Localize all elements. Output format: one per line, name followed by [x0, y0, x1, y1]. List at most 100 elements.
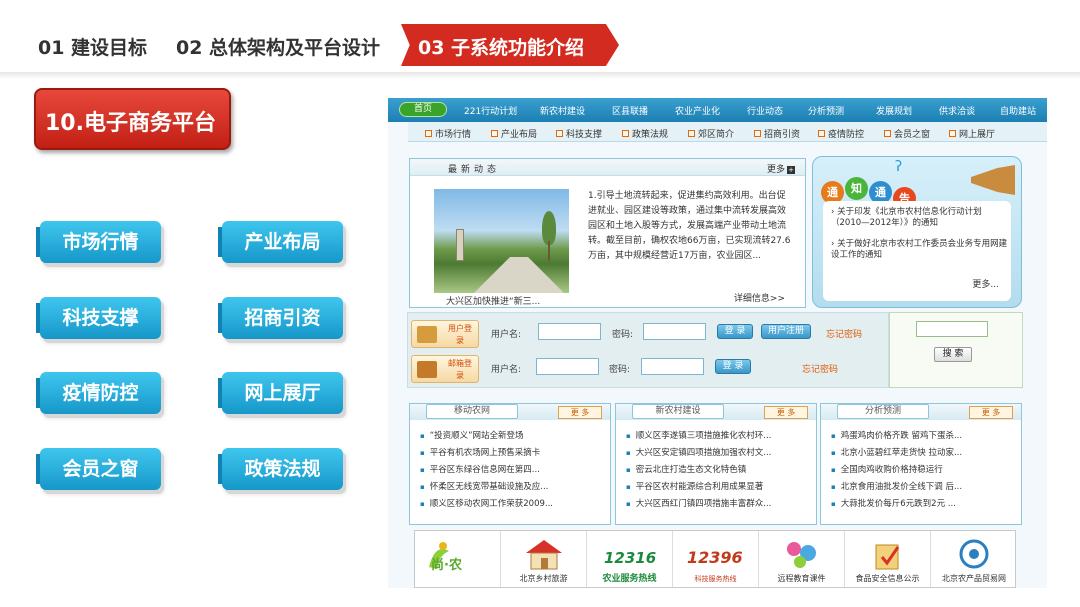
- panel-more-link[interactable]: 更 多: [558, 406, 602, 419]
- site-nav-item[interactable]: 自助建站: [1000, 104, 1036, 117]
- panel-header: 移动农网 更 多: [410, 404, 610, 420]
- logo-shangnong[interactable]: 尚·农: [415, 531, 501, 587]
- top-navigation: 01 建设目标 02 总体架构及平台设计 03 子系统功能介绍: [0, 0, 1080, 78]
- nav-item-goals[interactable]: 01 建设目标: [38, 33, 147, 60]
- mail-password-label: 密码:: [609, 365, 631, 375]
- photo-path: [474, 257, 564, 293]
- site-nav-item[interactable]: 行业动态: [747, 104, 783, 117]
- mail-login-tag-label: 邮箱登录: [448, 359, 472, 380]
- username-label: 用户名:: [491, 330, 522, 340]
- user-login-row: 用户登录 用户名: 密码: 登 录 用户注册 忘记密码: [408, 317, 890, 349]
- register-button[interactable]: 用户注册: [761, 324, 811, 339]
- latest-news-more-link[interactable]: 更多 +: [767, 162, 795, 175]
- nav-active-label: 03 子系统功能介绍: [418, 37, 585, 59]
- news-detail-link[interactable]: 详细信息>>: [734, 291, 785, 304]
- mail-password-input[interactable]: [641, 358, 704, 375]
- logo-label: 北京农产品贸易网: [942, 574, 1006, 583]
- feature-button-members[interactable]: 会员之窗: [36, 448, 161, 490]
- news-photo[interactable]: [434, 189, 569, 293]
- logo-label: 科技服务热线: [694, 575, 737, 583]
- nav-item-architecture[interactable]: 02 总体架构及平台设计: [176, 33, 380, 60]
- logo-agri-service-hotline[interactable]: 12316 农业服务热线: [587, 531, 673, 587]
- username-input[interactable]: [538, 323, 601, 340]
- site-nav-item[interactable]: 发展规划: [876, 104, 912, 117]
- list-item[interactable]: 顺义区李遂镇三项措施推化农村环...: [626, 428, 772, 445]
- feature-button-epidemic[interactable]: 疫情防控: [36, 372, 161, 414]
- list-item[interactable]: 平谷有机农场网上预售采摘卡: [420, 445, 553, 462]
- password-label: 密码:: [612, 330, 634, 340]
- new-countryside-panel: 新农村建设 更 多 顺义区李遂镇三项措施推化农村环... 大兴区安定镇四项措施加…: [615, 403, 817, 525]
- logo-agri-trade-network[interactable]: 北京农产品贸易网: [931, 531, 1017, 587]
- news-photo-caption[interactable]: 大兴区加快推进“新三...: [446, 294, 540, 307]
- site-subnav-item[interactable]: 郊区简介: [688, 127, 734, 140]
- logo-tech-hotline[interactable]: 12396 科技服务热线: [673, 531, 759, 587]
- list-item[interactable]: 大兴区安定镇四项措施加强农村文...: [626, 445, 772, 462]
- list-item[interactable]: 大兴区西红门镇四项措施丰富群众...: [626, 496, 772, 513]
- panel-more-link[interactable]: 更 多: [764, 406, 808, 419]
- feature-button-industry[interactable]: 产业布局: [218, 221, 343, 263]
- hotline-12316-icon: 12316: [604, 549, 656, 567]
- password-input[interactable]: [643, 323, 706, 340]
- notice-board: ʔ 通 知 通 告 › 关于印发《北京市农村信息化行动计划（2010—2012年…: [812, 156, 1022, 308]
- logo-rural-tourism[interactable]: 北京乡村旅游: [501, 531, 587, 587]
- logo-distance-education[interactable]: 远程教育课件: [759, 531, 845, 587]
- forgot-password-link[interactable]: 忘记密码: [826, 327, 862, 340]
- site-subnav-item[interactable]: 政策法规: [622, 127, 668, 140]
- feature-button-technology[interactable]: 科技支撑: [36, 297, 161, 339]
- user-login-tag: 用户登录: [411, 320, 479, 348]
- site-subnav-item[interactable]: 科技支撑: [556, 127, 602, 140]
- list-item[interactable]: 密云北庄打造生态文化特色镇: [626, 462, 771, 479]
- list-item[interactable]: 大蒜批发价每斤6元跌到2元 ...: [831, 496, 962, 513]
- feature-button-policy[interactable]: 政策法规: [218, 448, 343, 490]
- list-item[interactable]: 怀柔区无线宽带基础设施及应...: [420, 479, 553, 496]
- site-subnav-item[interactable]: 招商引资: [754, 127, 800, 140]
- food-safety-icon: [875, 544, 899, 570]
- site-nav-item[interactable]: 分析预测: [808, 104, 844, 117]
- latest-news-title: 最新动态: [448, 165, 501, 175]
- panel-title: 移动农网: [426, 404, 518, 419]
- feature-button-showroom[interactable]: 网上展厅: [218, 372, 343, 414]
- login-button[interactable]: 登 录: [717, 324, 753, 339]
- logo-food-safety[interactable]: 食品安全信息公示: [845, 531, 931, 587]
- education-icon: [786, 542, 816, 568]
- site-nav-item[interactable]: 新农村建设: [540, 104, 585, 117]
- list-item[interactable]: 平谷区东绿谷信息网在第四...: [420, 462, 553, 479]
- ecommerce-site-preview: 首页 221行动计划 新农村建设 区县联播 农业产业化 行业动态 分析预测 发展…: [388, 98, 1047, 588]
- notice-item[interactable]: › 关于印发《北京市农村信息化行动计划（2010—2012年）》的通知: [831, 207, 1009, 229]
- nav-item-subsystems-active[interactable]: 03 子系统功能介绍: [401, 24, 619, 66]
- feature-button-investment[interactable]: 招商引资: [218, 297, 343, 339]
- site-home-button[interactable]: 首页: [399, 102, 447, 117]
- logo-label: 农业服务热线: [602, 574, 657, 584]
- list-item[interactable]: 北京食用油批发价全线下调 后...: [831, 479, 962, 496]
- feature-button-market[interactable]: 市场行情: [36, 221, 161, 263]
- search-button[interactable]: 搜 索: [934, 347, 972, 362]
- list-item[interactable]: 顺义区移动农网工作荣获2009...: [420, 496, 553, 513]
- user-login-tag-label: 用户登录: [448, 324, 472, 345]
- svg-text:12316: 12316: [604, 549, 656, 567]
- site-subnav-item[interactable]: 市场行情: [425, 127, 471, 140]
- site-subnav-item[interactable]: 网上展厅: [949, 127, 995, 140]
- site-nav-item[interactable]: 供求洽谈: [939, 104, 975, 117]
- photo-tree: [542, 211, 556, 245]
- site-nav-item[interactable]: 区县联播: [612, 104, 648, 117]
- site-subnav-item[interactable]: 产业布局: [491, 127, 537, 140]
- site-nav-item[interactable]: 221行动计划: [464, 104, 517, 117]
- list-item[interactable]: 全国肉鸡收购价格持稳运行: [831, 462, 962, 479]
- list-item[interactable]: “投资顺义”网站全新登场: [420, 428, 553, 445]
- mail-login-button[interactable]: 登 录: [715, 359, 751, 374]
- list-item[interactable]: 平谷区农村能源综合利用成果显著: [626, 479, 771, 496]
- mail-username-input[interactable]: [536, 358, 599, 375]
- site-subnav-item[interactable]: 会员之窗: [884, 127, 930, 140]
- trumpet-icon: [971, 165, 1015, 195]
- notice-more-link[interactable]: 更多...: [972, 277, 999, 290]
- list-item[interactable]: 北京小蓝碧红苹走货快 拉动家...: [831, 445, 962, 462]
- notice-item[interactable]: › 关于做好北京市农村工作委员会业务专用网建设工作的通知: [831, 239, 1009, 261]
- panel-more-link[interactable]: 更 多: [969, 406, 1013, 419]
- site-nav-item[interactable]: 农业产业化: [675, 104, 720, 117]
- logo-label: 北京乡村旅游: [519, 574, 568, 583]
- list-item[interactable]: 鸡蛋鸡肉价格齐跌 留鸡下蛋杀...: [831, 428, 962, 445]
- search-input[interactable]: [916, 321, 988, 337]
- site-subnav-item[interactable]: 疫情防控: [818, 127, 864, 140]
- mail-forgot-password-link[interactable]: 忘记密码: [802, 362, 838, 375]
- at-sign-icon: [959, 539, 989, 569]
